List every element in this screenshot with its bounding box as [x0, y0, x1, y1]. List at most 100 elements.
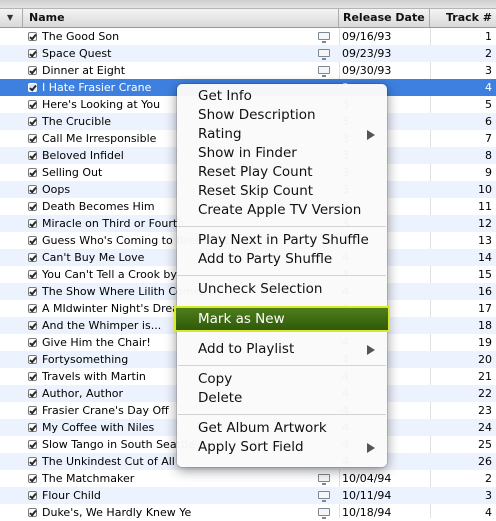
track-number: 20: [478, 353, 492, 366]
track-checkbox[interactable]: [28, 253, 37, 262]
menu-item-reset-skip-count[interactable]: Reset Skip Count: [177, 182, 387, 201]
track-checkbox[interactable]: [28, 287, 37, 296]
track-checkbox[interactable]: [28, 474, 37, 483]
menu-item-add-to-playlist[interactable]: Add to Playlist: [177, 340, 387, 359]
track-checkbox[interactable]: [28, 389, 37, 398]
table-row[interactable]: Duke's, We Hardly Knew Ye 10/18/94 4: [0, 504, 496, 521]
window-top-strip: [0, 0, 496, 9]
menu-item-get-album-artwork[interactable]: Get Album Artwork: [177, 419, 387, 438]
menu-separator: [178, 226, 386, 227]
track-checkbox[interactable]: [28, 457, 37, 466]
track-checkbox[interactable]: [28, 134, 37, 143]
track-checkbox[interactable]: [28, 236, 37, 245]
track-checkbox[interactable]: [28, 117, 37, 126]
menu-item-label: Show Description: [198, 107, 316, 123]
track-number: 3: [485, 64, 492, 77]
menu-item-rating[interactable]: Rating: [177, 125, 387, 144]
track-release-date: 10/18/94: [342, 506, 392, 519]
apple-tv-icon: [318, 474, 330, 485]
menu-item-get-info[interactable]: Get Info: [177, 87, 387, 106]
menu-item-play-next-in-party-shuffle[interactable]: Play Next in Party Shuffle: [177, 231, 387, 250]
menu-item-label: Copy: [198, 371, 233, 387]
track-number: 2: [485, 47, 492, 60]
menu-item-label: Play Next in Party Shuffle: [198, 232, 369, 248]
menu-item-apply-sort-field[interactable]: Apply Sort Field: [177, 438, 387, 457]
menu-separator: [178, 365, 386, 366]
track-checkbox[interactable]: [28, 32, 37, 41]
context-menu: Get Info Show Description Rating Show in Fi…: [176, 84, 388, 467]
menu-item-label: Reset Play Count: [198, 164, 313, 180]
menu-item-show-in-finder[interactable]: Show in Finder: [177, 144, 387, 163]
track-number: 22: [478, 387, 492, 400]
track-number: 2: [485, 472, 492, 485]
apple-tv-icon: [318, 508, 330, 519]
track-checkbox[interactable]: [28, 151, 37, 160]
column-header-track[interactable]: Track #: [430, 9, 496, 27]
menu-item-label: Reset Skip Count: [198, 183, 314, 199]
menu-item-label: Delete: [198, 390, 243, 406]
menu-item-mark-as-new[interactable]: Mark as New: [176, 308, 388, 330]
track-checkbox[interactable]: [28, 406, 37, 415]
track-number: 11: [478, 200, 492, 213]
track-number: 13: [478, 234, 492, 247]
table-row[interactable]: Space Quest 09/23/93 2: [0, 45, 496, 62]
table-row[interactable]: The Good Son 09/16/93 1: [0, 28, 496, 45]
track-number: 10: [478, 183, 492, 196]
menu-item-uncheck-selection[interactable]: Uncheck Selection: [177, 280, 387, 299]
track-number: 12: [478, 217, 492, 230]
menu-item-create-apple-tv-version[interactable]: Create Apple TV Version: [177, 201, 387, 220]
track-checkbox[interactable]: [28, 338, 37, 347]
menu-item-reset-play-count[interactable]: Reset Play Count: [177, 163, 387, 182]
track-number: 15: [478, 268, 492, 281]
apple-tv-icon: [318, 491, 330, 502]
track-checkbox[interactable]: [28, 440, 37, 449]
menu-separator: [178, 275, 386, 276]
table-row[interactable]: The Matchmaker 10/04/94 2: [0, 470, 496, 487]
track-release-date: 10/11/94: [342, 489, 392, 502]
track-number: 1: [485, 30, 492, 43]
menu-item-label: Apply Sort Field: [198, 439, 304, 455]
track-number: 3: [485, 489, 492, 502]
track-checkbox[interactable]: [28, 219, 37, 228]
track-checkbox[interactable]: [28, 355, 37, 364]
menu-item-label: Get Info: [198, 88, 252, 104]
track-checkbox[interactable]: [28, 270, 37, 279]
track-name: Flour Child: [42, 489, 101, 502]
column-header-release-date[interactable]: Release Date: [339, 9, 430, 27]
track-checkbox[interactable]: [28, 202, 37, 211]
menu-item-add-to-party-shuffle[interactable]: Add to Party Shuffle: [177, 250, 387, 269]
track-number: 9: [485, 166, 492, 179]
track-checkbox[interactable]: [28, 372, 37, 381]
submenu-arrow-icon: [367, 443, 375, 453]
menu-item-show-description[interactable]: Show Description: [177, 106, 387, 125]
track-number: 6: [485, 115, 492, 128]
track-checkbox[interactable]: [28, 83, 37, 92]
menu-item-copy[interactable]: Copy: [177, 370, 387, 389]
apple-tv-icon: [318, 66, 330, 77]
table-row[interactable]: Flour Child 10/11/94 3: [0, 487, 496, 504]
track-checkbox[interactable]: [28, 304, 37, 313]
track-number: 19: [478, 336, 492, 349]
column-header-checkbox[interactable]: ▼: [0, 9, 23, 27]
track-checkbox[interactable]: [28, 66, 37, 75]
track-number: 24: [478, 421, 492, 434]
track-checkbox[interactable]: [28, 491, 37, 500]
menu-item-label: Mark as New: [198, 311, 285, 327]
track-name: Space Quest: [42, 47, 112, 60]
track-checkbox[interactable]: [28, 49, 37, 58]
track-number: 14: [478, 251, 492, 264]
track-checkbox[interactable]: [28, 100, 37, 109]
column-header-name[interactable]: Name: [23, 9, 339, 27]
track-number: 7: [485, 132, 492, 145]
track-checkbox[interactable]: [28, 508, 37, 517]
track-release-date: 09/23/93: [342, 47, 392, 60]
track-checkbox[interactable]: [28, 185, 37, 194]
menu-item-label: Add to Playlist: [198, 341, 295, 357]
track-checkbox[interactable]: [28, 423, 37, 432]
track-checkbox[interactable]: [28, 321, 37, 330]
track-name: The Good Son: [42, 30, 120, 43]
track-checkbox[interactable]: [28, 168, 37, 177]
track-name: Dinner at Eight: [42, 64, 126, 77]
table-row[interactable]: Dinner at Eight 09/30/93 3: [0, 62, 496, 79]
menu-item-delete[interactable]: Delete: [177, 389, 387, 408]
